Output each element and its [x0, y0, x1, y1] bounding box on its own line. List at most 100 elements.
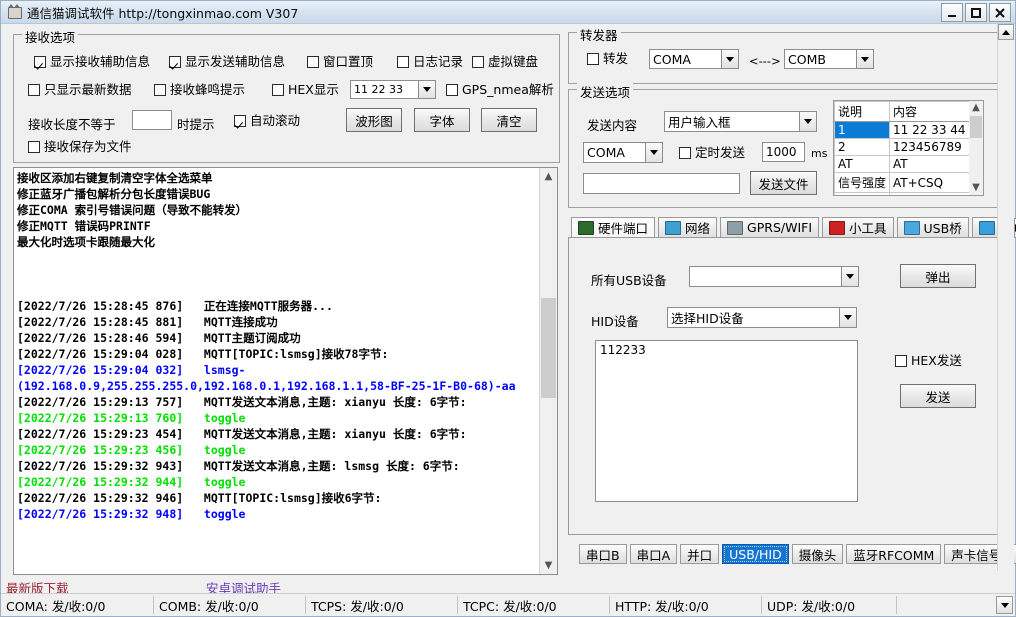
hex-format-combo[interactable]: 11 22 33: [350, 80, 436, 99]
tab-网络[interactable]: 网络: [658, 217, 718, 238]
length-suffix-label: 时提示: [177, 117, 215, 132]
checkbox-show-receive-info[interactable]: 显示接收辅助信息: [34, 55, 150, 69]
cell-content[interactable]: 123456789: [889, 138, 980, 156]
log-line: [2022/7/26 15:29:13 757] MQTT发送文本消息,主题: …: [17, 395, 467, 409]
cell-content[interactable]: 11 22 33 44 55: [889, 121, 980, 139]
send-file-path-input[interactable]: [583, 173, 740, 194]
chevron-down-icon[interactable]: [839, 308, 856, 327]
status-dropdown-button[interactable]: [996, 596, 1013, 614]
table-row[interactable]: 信号强度 AT+CSQ: [834, 172, 980, 193]
table-row[interactable]: [834, 192, 980, 195]
minimize-button[interactable]: [941, 3, 963, 22]
bottom-tab-摄像头[interactable]: 摄像头: [791, 544, 844, 564]
log-scrollbar[interactable]: ▲ ▼: [539, 168, 557, 574]
cell-content[interactable]: AT: [889, 155, 980, 173]
scroll-up-icon[interactable]: ▲: [540, 168, 557, 185]
scroll-down-icon[interactable]: ▼: [969, 181, 983, 195]
chevron-down-icon[interactable]: [856, 50, 873, 68]
log-line: 修正MQTT 错误码PRINTF: [17, 219, 151, 233]
chevron-down-icon[interactable]: [645, 143, 662, 162]
chevron-down-icon[interactable]: [721, 50, 738, 68]
tab-GPRS/WIFI[interactable]: GPRS/WIFI: [720, 217, 820, 238]
maximize-button[interactable]: [965, 3, 987, 22]
scroll-thumb[interactable]: [541, 298, 556, 398]
table-row[interactable]: 2 123456789: [834, 138, 980, 156]
eject-button[interactable]: 弹出: [900, 264, 976, 288]
checkbox-virtual-keyboard[interactable]: 虚拟键盘: [472, 55, 538, 69]
log-line: 修正COMA 索引号错误问题（导致不能转发）: [17, 203, 248, 217]
checkbox-hex-send[interactable]: HEX发送: [895, 354, 962, 368]
waveform-button[interactable]: 波形图: [346, 108, 402, 132]
checkbox-hex-display[interactable]: HEX显示: [272, 83, 339, 97]
cell-content[interactable]: AT+CSQ: [889, 172, 980, 193]
tab-硬件端口[interactable]: 硬件端口: [571, 217, 656, 238]
checkbox-log-record[interactable]: 日志记录: [397, 55, 463, 69]
bottom-tab-串口B[interactable]: 串口B: [579, 544, 627, 564]
send-button[interactable]: 发送: [900, 384, 976, 408]
chevron-down-icon[interactable]: [799, 112, 816, 131]
scroll-thumb[interactable]: [970, 116, 982, 138]
quick-send-scrollbar[interactable]: ▲ ▼: [969, 100, 984, 196]
send-content-combo[interactable]: 用户输入框: [664, 111, 817, 132]
tab-小工具[interactable]: 小工具: [822, 217, 894, 238]
right-panel-scrollbar[interactable]: [997, 24, 1014, 571]
forwarder-legend: 转发器: [577, 25, 621, 44]
checkbox-box: [169, 56, 181, 68]
checkbox-gps-nmea[interactable]: GPS_nmea解析: [446, 83, 554, 97]
column-header[interactable]: 说明: [834, 101, 891, 122]
bottom-tab-bar[interactable]: 串口B 串口A 并口 USB/HID 摄像头 蓝牙RFCOMM 声卡信号发: [579, 542, 1016, 564]
all-usb-combo[interactable]: [689, 266, 859, 287]
quick-send-table[interactable]: 说明 内容 1 11 22 33 44 55 2 123456789 AT AT 信号强度 AT+…: [833, 100, 981, 196]
close-button[interactable]: [989, 3, 1011, 22]
scroll-up-icon[interactable]: ▲: [969, 101, 983, 115]
bottom-tab-串口A[interactable]: 串口A: [629, 544, 678, 564]
forward-target-combo[interactable]: COMB: [784, 49, 874, 69]
font-button[interactable]: 字体: [414, 108, 470, 132]
clear-button[interactable]: 清空: [481, 108, 537, 132]
checkbox-box: [307, 56, 319, 68]
bottom-tab-蓝牙RFCOMM[interactable]: 蓝牙RFCOMM: [846, 544, 942, 564]
checkbox-only-latest[interactable]: 只显示最新数据: [28, 83, 132, 97]
forward-target-value: COMB: [788, 51, 826, 67]
send-textarea[interactable]: 112233: [595, 340, 858, 502]
send-interval-input[interactable]: 1000: [762, 142, 805, 162]
cell-desc[interactable]: 信号强度: [834, 172, 891, 193]
bottom-tab-并口[interactable]: 并口: [680, 544, 720, 564]
checkbox-window-top[interactable]: 窗口置顶: [307, 55, 373, 69]
tab-label: 网络: [685, 221, 711, 236]
chevron-down-icon[interactable]: [841, 267, 858, 286]
forward-source-combo[interactable]: COMA: [649, 49, 739, 69]
receive-log-area[interactable]: 接收区添加右键复制清空字体全选菜单 修正蓝牙广播包解析分包长度错误BUG 修正COM…: [13, 167, 558, 575]
log-line: [2022/7/26 15:28:45 876] 正在连接MQTT服务器...: [17, 299, 333, 313]
send-port-combo[interactable]: COMA: [583, 142, 663, 163]
status-cell-6: [896, 596, 996, 614]
cell-desc[interactable]: [834, 192, 891, 195]
cell-desc[interactable]: 1: [834, 121, 891, 139]
scroll-up-icon[interactable]: [998, 24, 1014, 40]
checkbox-timed-send[interactable]: 定时发送: [679, 146, 745, 160]
status-cell-2: TCPS: 发/收:0/0: [305, 596, 457, 614]
log-line: [2022/7/26 15:29:32 944] toggle: [17, 475, 246, 489]
quick-send-grid[interactable]: 说明 内容 1 11 22 33 44 55 2 123456789 AT AT 信号强度 AT+…: [834, 101, 980, 195]
log-line: 接收区添加右键复制清空字体全选菜单: [17, 171, 213, 185]
table-row[interactable]: 1 11 22 33 44 55: [834, 121, 980, 139]
cell-desc[interactable]: 2: [834, 138, 891, 156]
scroll-down-icon[interactable]: ▼: [540, 557, 557, 574]
table-row[interactable]: AT AT: [834, 155, 980, 173]
chevron-down-icon[interactable]: [418, 81, 435, 98]
cell-content[interactable]: [889, 192, 980, 195]
bottom-tab-USB/HID[interactable]: USB/HID: [722, 544, 789, 564]
hid-device-combo[interactable]: 选择HID设备: [667, 307, 857, 328]
column-header[interactable]: 内容: [889, 101, 980, 122]
checkbox-receive-beep[interactable]: 接收蜂鸣提示: [154, 83, 245, 97]
checkbox-save-to-file[interactable]: 接收保存为文件: [28, 140, 132, 154]
checkbox-autoscroll[interactable]: 自动滚动: [234, 114, 300, 128]
checkbox-show-send-info[interactable]: 显示发送辅助信息: [169, 55, 285, 69]
send-file-button[interactable]: 发送文件: [750, 171, 817, 195]
tab-USB桥[interactable]: USB桥: [896, 217, 969, 238]
checkbox-forward[interactable]: 转发: [587, 52, 628, 66]
cell-desc[interactable]: AT: [834, 155, 891, 173]
top-tab-bar[interactable]: 硬件端口 网络 GPRS/WIFI 小工具 USB桥: [571, 215, 1016, 238]
length-input[interactable]: [132, 110, 172, 130]
